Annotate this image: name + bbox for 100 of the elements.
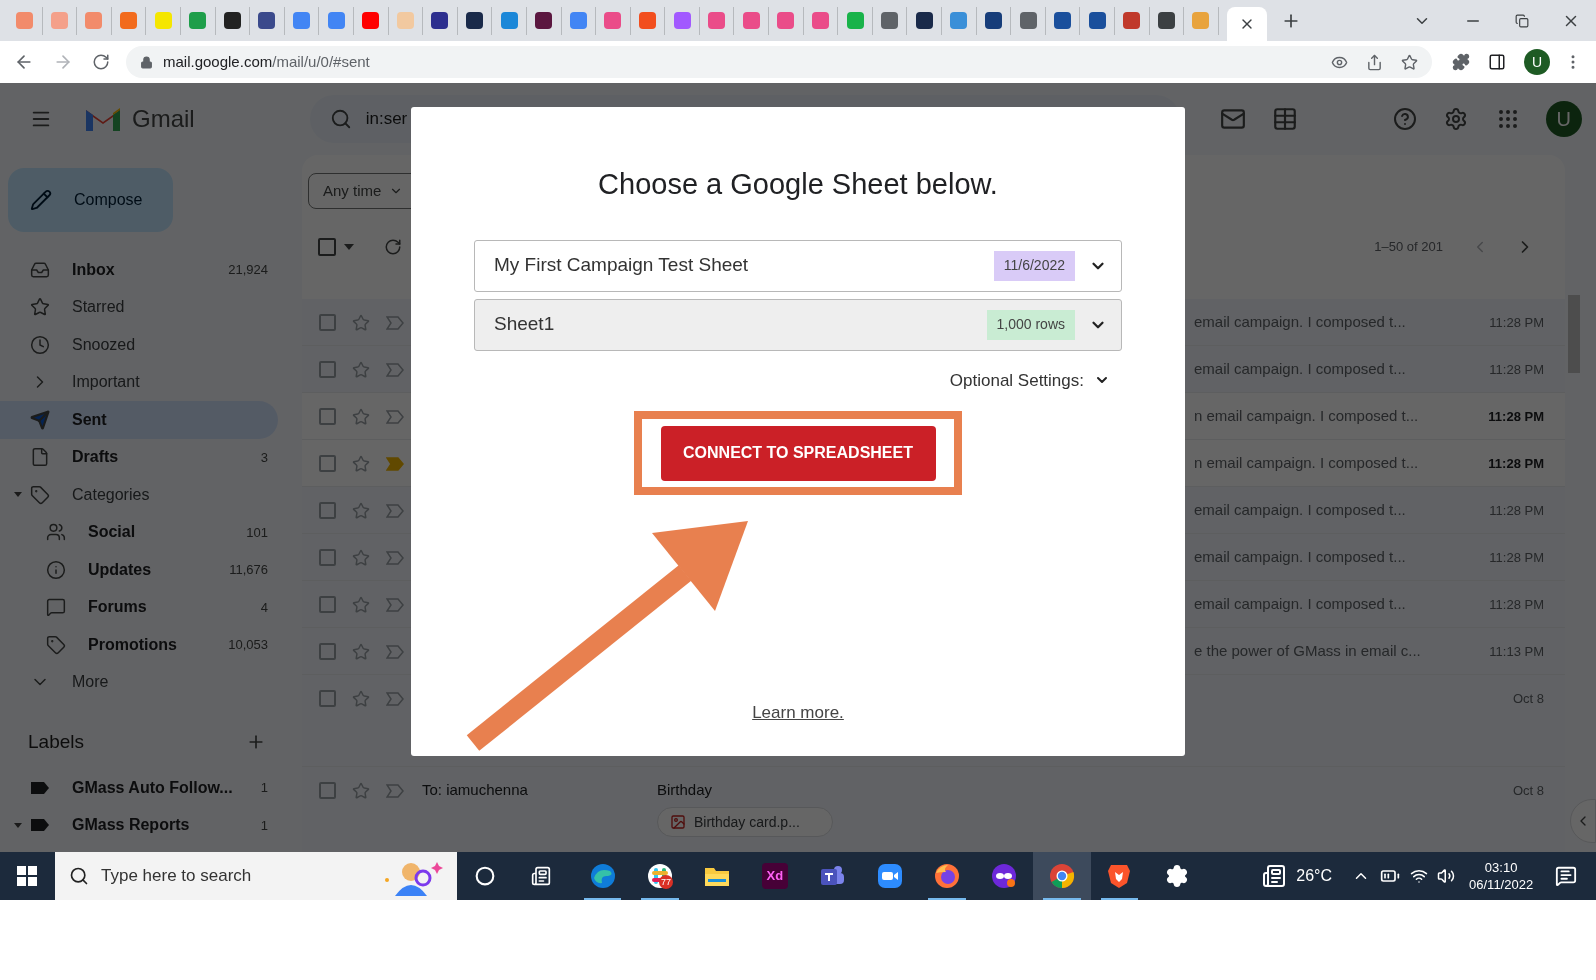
star-icon[interactable] [352, 595, 370, 614]
attachment-chip[interactable]: Birthday card.p... [657, 807, 833, 837]
pagination-text: 1–50 of 201 [1374, 238, 1443, 257]
notifications-icon[interactable] [1555, 865, 1578, 887]
time-text: 11:28 PM [1488, 595, 1544, 614]
star-icon[interactable] [352, 781, 370, 800]
nav-item[interactable]: More [0, 663, 278, 701]
learn-more-link[interactable]: Learn more. [752, 700, 844, 726]
search-icon [69, 866, 89, 886]
nav-item[interactable]: Starred [0, 288, 278, 326]
app-icon [589, 863, 616, 889]
account-avatar[interactable]: U [1545, 101, 1582, 137]
snippet-text: email campaign. I composed t... [1194, 500, 1407, 521]
compose-button[interactable]: Compose [8, 168, 173, 232]
profile-avatar[interactable]: U [1524, 49, 1550, 75]
important-marker-icon[interactable] [386, 550, 404, 565]
envelope-icon[interactable] [1219, 106, 1246, 132]
nav-item[interactable]: Promotions 10,053 [0, 626, 278, 664]
side-panel-icon[interactable] [1488, 53, 1506, 71]
nav-item[interactable]: Categories [0, 476, 278, 514]
nav-item[interactable]: Sent [0, 401, 278, 439]
nav-icon [30, 334, 50, 355]
app-name: Gmail [132, 104, 195, 134]
star-icon[interactable] [352, 548, 370, 567]
nav-count: 3 [260, 448, 269, 467]
nav-icon [46, 634, 66, 655]
connect-button[interactable]: CONNECT TO SPREADSHEET [660, 425, 936, 481]
sheet-select[interactable]: Sheet1 1,000 rows [474, 298, 1122, 351]
nav-item[interactable]: Inbox 21,924 [0, 251, 278, 289]
label-item[interactable]: GMass Auto Follow... 1 [0, 769, 302, 807]
star-icon[interactable] [352, 360, 370, 379]
taskbar-search-field[interactable]: Type here to search [55, 852, 457, 900]
share-icon[interactable] [1366, 53, 1383, 71]
row-checkbox[interactable] [319, 596, 336, 613]
nav-item[interactable]: Updates 11,676 [0, 551, 278, 589]
important-marker-icon[interactable] [386, 783, 404, 798]
nav-icon [30, 409, 50, 430]
row-checkbox[interactable] [319, 314, 336, 331]
important-marker-icon[interactable] [386, 315, 404, 330]
select-all-checkbox[interactable] [318, 238, 336, 256]
star-icon[interactable] [352, 407, 370, 426]
row-checkbox[interactable] [319, 643, 336, 660]
clock[interactable]: 03:10 06/11/2022 [1469, 859, 1534, 893]
scrollbar-thumb[interactable] [1568, 295, 1580, 373]
important-marker-icon[interactable] [386, 691, 404, 706]
important-marker-icon[interactable] [386, 597, 404, 612]
windows-start-icon[interactable] [17, 866, 37, 886]
bookmark-star-icon[interactable] [1401, 53, 1418, 71]
wifi-icon[interactable] [1410, 867, 1429, 885]
row-checkbox[interactable] [319, 361, 336, 378]
row-checkbox[interactable] [319, 690, 336, 707]
refresh-icon[interactable] [384, 238, 402, 256]
star-icon[interactable] [352, 501, 370, 520]
caret-icon[interactable] [344, 244, 354, 250]
nav-label: Snoozed [72, 334, 136, 355]
weather-icon[interactable] [1262, 864, 1287, 888]
row-checkbox[interactable] [319, 408, 336, 425]
help-icon[interactable] [1392, 107, 1417, 131]
restore-icon[interactable] [1515, 13, 1529, 28]
sheet-select[interactable]: My First Campaign Test Sheet 11/6/2022 [474, 239, 1122, 292]
address-bar[interactable]: mail.google.com/mail/u/0/#sent [126, 46, 1432, 78]
nav-item[interactable]: Important [0, 363, 278, 401]
important-marker-icon[interactable] [386, 456, 404, 471]
row-checkbox[interactable] [319, 455, 336, 472]
star-icon[interactable] [352, 454, 370, 473]
time-text: 11:28 PM [1488, 313, 1544, 332]
side-panel-toggle[interactable] [1570, 799, 1596, 843]
email-row[interactable]: To: iamuchenna Birthday Birthday card.p... Oct 8 [302, 767, 1565, 852]
task-view-icon[interactable] [531, 866, 551, 886]
taskbar-app[interactable]: Xd [746, 852, 804, 900]
star-icon[interactable] [352, 642, 370, 661]
spreadsheet-icon[interactable] [1271, 106, 1298, 132]
important-marker-icon[interactable] [386, 644, 404, 659]
star-icon[interactable] [352, 313, 370, 332]
row-checkbox[interactable] [319, 502, 336, 519]
time-text: Oct 8 [1511, 689, 1544, 708]
lock-icon [140, 55, 153, 69]
caret-icon[interactable] [13, 489, 23, 499]
optional-settings-toggle[interactable]: Optional Settings: [949, 367, 1084, 393]
folder-icon [704, 865, 731, 887]
nav-item[interactable]: Snoozed [0, 326, 278, 364]
nav-item[interactable]: Social 101 [0, 513, 278, 551]
label-item[interactable]: GMass Reports 1 [0, 806, 302, 844]
row-checkbox[interactable] [319, 549, 336, 566]
volume-icon[interactable] [1437, 867, 1456, 885]
cortana-icon[interactable] [475, 866, 495, 886]
important-marker-icon[interactable] [386, 409, 404, 424]
extensions-icon[interactable] [1452, 53, 1470, 71]
reload-icon[interactable] [92, 53, 110, 71]
nav-item[interactable]: Forums 4 [0, 588, 278, 626]
row-checkbox[interactable] [319, 782, 336, 799]
star-icon[interactable] [352, 689, 370, 708]
search-icon[interactable] [329, 108, 352, 130]
taskbar-app[interactable]: 77 [631, 852, 689, 900]
nav-count: 4 [260, 598, 269, 617]
time-text: 11:28 PM [1488, 501, 1544, 520]
important-marker-icon[interactable] [386, 503, 404, 518]
important-marker-icon[interactable] [386, 362, 404, 377]
weather-text[interactable]: 26°C [1296, 864, 1333, 888]
settings-icon[interactable] [1443, 107, 1468, 131]
